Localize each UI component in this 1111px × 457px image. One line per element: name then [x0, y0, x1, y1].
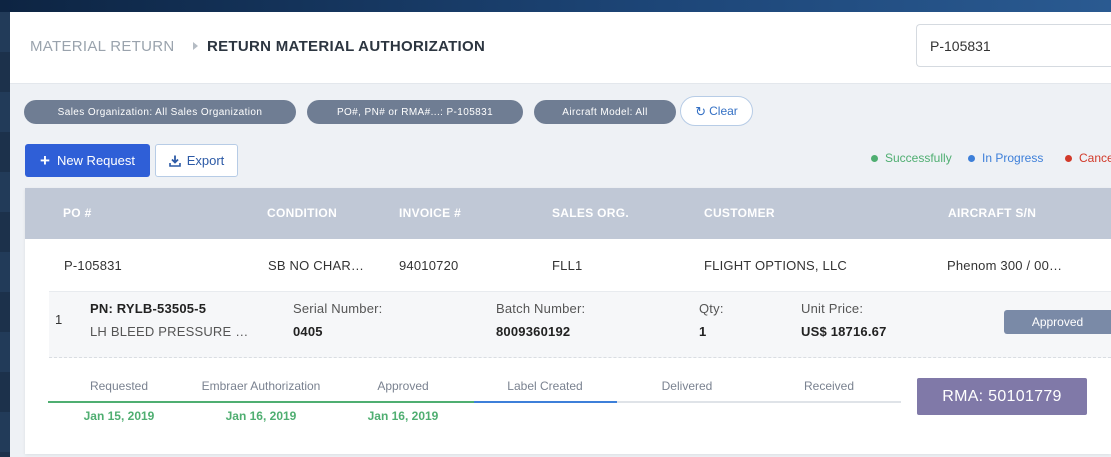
item-row[interactable]: 1 PN: RYLB-53505-5 LH BLEED PRESSURE … S… — [49, 291, 1111, 358]
column-header-aircraft-sn[interactable]: AIRCRAFT S/N — [948, 206, 1036, 220]
table-header: PO # CONDITION INVOICE # SALES ORG. CUST… — [25, 188, 1111, 239]
column-header-condition[interactable]: CONDITION — [267, 206, 337, 220]
unit-price-value: US$ 18716.67 — [801, 324, 887, 339]
step-label-received: Received — [803, 379, 855, 393]
progress-track-active — [474, 401, 617, 403]
cell-po[interactable]: P-105831 — [64, 258, 122, 273]
legend-label: In Progress — [982, 151, 1044, 165]
step-date-requested: Jan 15, 2019 — [83, 409, 155, 423]
app-top-bar — [0, 0, 1111, 12]
page-title: RETURN MATERIAL AUTHORIZATION — [207, 38, 486, 55]
clear-label: Clear — [709, 104, 738, 118]
new-request-label: New Request — [56, 153, 135, 168]
filter-chip-po-pn-rma[interactable]: PO#, PN# or RMA#...: P-105831 — [307, 100, 523, 124]
step-label-label-created: Label Created — [507, 379, 583, 393]
column-header-invoice[interactable]: INVOICE # — [399, 206, 461, 220]
refresh-icon: ↻ — [695, 103, 707, 119]
column-header-sales-org[interactable]: SALES ORG. — [552, 206, 629, 220]
red-dot-icon — [1065, 154, 1072, 162]
status-badge: Approved — [1004, 310, 1111, 334]
serial-number-value: 0405 — [293, 324, 323, 339]
step-label-approved: Approved — [377, 379, 429, 393]
filter-chip-sales-org[interactable]: Sales Organization: All Sales Organizati… — [24, 100, 296, 124]
cell-invoice: 94010720 — [399, 258, 459, 273]
rma-number-badge[interactable]: RMA: 50101779 — [917, 378, 1087, 415]
download-icon — [168, 155, 181, 167]
step-date-approved: Jan 16, 2019 — [367, 409, 439, 423]
page-header: MATERIAL RETURN RETURN MATERIAL AUTHORIZ… — [10, 12, 1111, 84]
unit-price-label: Unit Price: — [801, 301, 864, 316]
export-label: Export — [186, 153, 225, 168]
step-label-requested: Requested — [89, 379, 149, 393]
column-header-po[interactable]: PO # — [63, 206, 92, 220]
breadcrumb-root[interactable]: MATERIAL RETURN — [30, 38, 175, 55]
legend-cancelled: Cance — [1065, 151, 1111, 165]
filter-chip-aircraft-model[interactable]: Aircraft Model: All — [534, 100, 676, 124]
item-description: LH BLEED PRESSURE … — [90, 324, 249, 339]
item-part-number: PN: RYLB-53505-5 — [90, 301, 207, 316]
item-index: 1 — [55, 312, 63, 327]
cell-condition: SB NO CHAR… — [268, 258, 365, 273]
clear-filters-button[interactable]: ↻ Clear — [680, 96, 753, 126]
column-header-customer[interactable]: CUSTOMER — [704, 206, 775, 220]
step-label-delivered: Delivered — [661, 379, 713, 393]
plus-icon: + — [40, 151, 50, 170]
cell-customer: FLIGHT OPTIONS, LLC — [704, 258, 847, 273]
left-side-strip — [0, 12, 10, 457]
cell-sales-org: FLL1 — [552, 258, 583, 273]
batch-number-value: 8009360192 — [496, 324, 571, 339]
qty-value: 1 — [699, 324, 707, 339]
serial-number-label: Serial Number: — [293, 301, 383, 316]
step-date-embraer-authorization: Jan 16, 2019 — [225, 409, 297, 423]
main-page: MATERIAL RETURN RETURN MATERIAL AUTHORIZ… — [10, 12, 1111, 457]
step-label-embraer-authorization: Embraer Authorization — [201, 379, 321, 393]
legend-label: Successfully — [885, 151, 952, 165]
blue-dot-icon — [968, 154, 975, 162]
search-input[interactable] — [916, 24, 1111, 67]
cell-aircraft-sn: Phenom 300 / 00… — [947, 258, 1063, 273]
batch-number-label: Batch Number: — [496, 301, 586, 316]
legend-in-progress: In Progress — [968, 151, 1043, 165]
export-button[interactable]: Export — [155, 144, 238, 177]
new-request-button[interactable]: + New Request — [25, 144, 150, 177]
legend-successfully: Successfully — [871, 151, 952, 165]
legend-label: Cance — [1079, 151, 1111, 165]
green-dot-icon — [871, 154, 878, 162]
qty-label: Qty: — [699, 301, 724, 316]
caret-right-icon — [193, 42, 198, 50]
progress-track-completed — [48, 401, 474, 403]
rma-table: PO # CONDITION INVOICE # SALES ORG. CUST… — [25, 188, 1111, 454]
